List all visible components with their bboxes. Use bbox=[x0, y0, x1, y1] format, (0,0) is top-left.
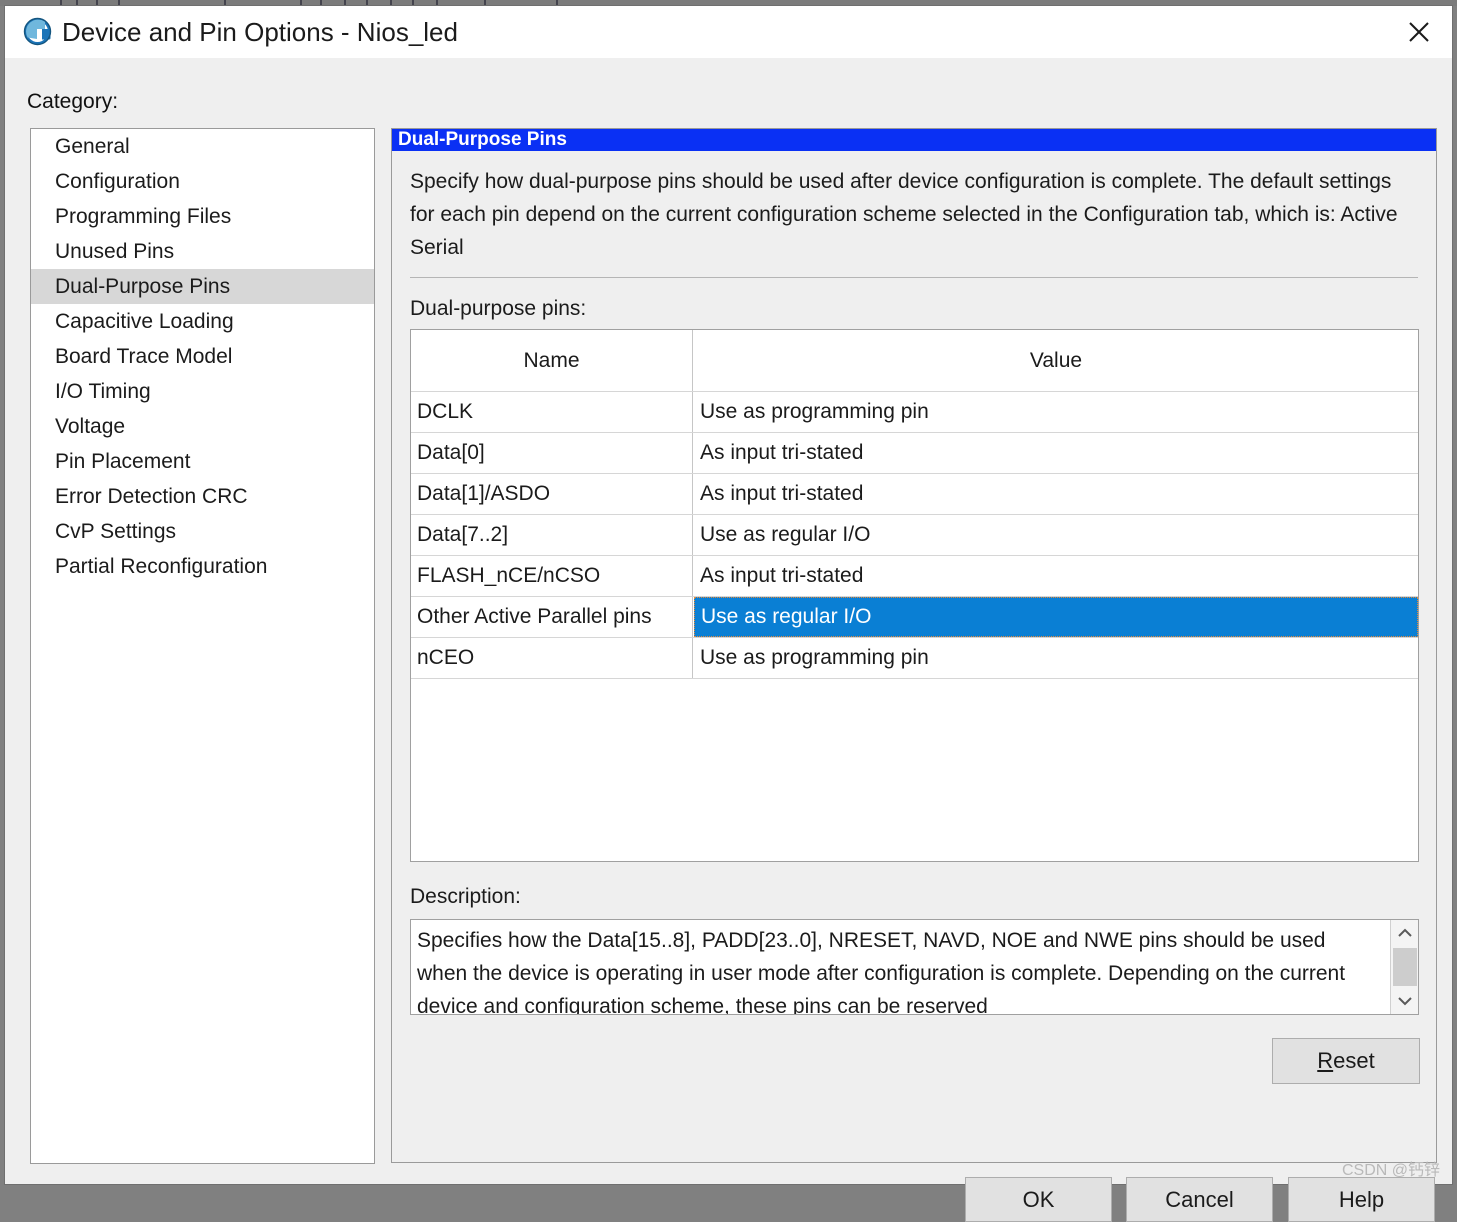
description-scrollbar[interactable] bbox=[1390, 920, 1418, 1014]
pin-name: Data[7..2] bbox=[411, 515, 693, 555]
pin-name: DCLK bbox=[411, 392, 693, 432]
column-header-name: Name bbox=[411, 330, 693, 391]
table-row[interactable]: nCEO Use as programming pin bbox=[411, 637, 1418, 678]
ok-button[interactable]: OK bbox=[965, 1177, 1112, 1222]
watermark: CSDN @钙锌 bbox=[1341, 1162, 1440, 1179]
description-text: Specifies how the Data[15..8], PADD[23..… bbox=[417, 929, 1346, 1015]
help-button[interactable]: Help bbox=[1288, 1177, 1435, 1222]
close-icon[interactable] bbox=[1386, 6, 1452, 58]
category-item-partial-reconfiguration[interactable]: Partial Reconfiguration bbox=[31, 549, 374, 584]
category-item-programming-files[interactable]: Programming Files bbox=[31, 199, 374, 234]
category-item-dual-purpose-pins[interactable]: Dual-Purpose Pins bbox=[31, 269, 374, 304]
category-item-error-detection-crc[interactable]: Error Detection CRC bbox=[31, 479, 374, 514]
pin-name: nCEO bbox=[411, 638, 693, 678]
cancel-button[interactable]: Cancel bbox=[1126, 1177, 1273, 1222]
category-list[interactable]: General Configuration Programming Files … bbox=[30, 128, 375, 1164]
description-label: Description: bbox=[410, 885, 521, 908]
table-row-selected[interactable]: Other Active Parallel pins Use as regula… bbox=[411, 596, 1418, 637]
category-item-capacitive-loading[interactable]: Capacitive Loading bbox=[31, 304, 374, 339]
table-row[interactable]: Data[1]/ASDO As input tri-stated bbox=[411, 473, 1418, 514]
dual-purpose-pins-panel: Dual-Purpose Pins Specify how dual-purpo… bbox=[391, 128, 1437, 1163]
description-box[interactable]: Specifies how the Data[15..8], PADD[23..… bbox=[410, 919, 1419, 1015]
dialog-content: Category: General Configuration Programm… bbox=[5, 58, 1452, 1222]
pin-value[interactable]: As input tri-stated bbox=[694, 556, 1418, 596]
title-bar: Device and Pin Options - Nios_led bbox=[5, 6, 1452, 58]
pin-value[interactable]: Use as regular I/O bbox=[694, 515, 1418, 555]
panel-intro-text: Specify how dual-purpose pins should be … bbox=[410, 170, 1398, 259]
panel-divider bbox=[410, 277, 1418, 278]
column-header-value: Value bbox=[1029, 348, 1083, 372]
reset-button-mnemonic: R bbox=[1317, 1048, 1334, 1073]
table-row[interactable]: FLASH_nCE/nCSO As input tri-stated bbox=[411, 555, 1418, 596]
window-title: Device and Pin Options - Nios_led bbox=[62, 17, 458, 47]
pin-value[interactable]: As input tri-stated bbox=[694, 433, 1418, 473]
pins-table-label: Dual-purpose pins: bbox=[410, 297, 587, 320]
table-row[interactable]: DCLK Use as programming pin bbox=[411, 391, 1418, 432]
table-empty-area bbox=[411, 678, 1418, 839]
pin-name: FLASH_nCE/nCSO bbox=[411, 556, 693, 596]
reset-button[interactable]: Reset bbox=[1272, 1038, 1420, 1084]
category-item-cvp-settings[interactable]: CvP Settings bbox=[31, 514, 374, 549]
pin-value[interactable]: As input tri-stated bbox=[694, 474, 1418, 514]
category-item-voltage[interactable]: Voltage bbox=[31, 409, 374, 444]
panel-header-title: Dual-Purpose Pins bbox=[392, 129, 1436, 151]
category-item-unused-pins[interactable]: Unused Pins bbox=[31, 234, 374, 269]
table-header-row: Name Value bbox=[411, 330, 1418, 391]
category-item-board-trace-model[interactable]: Board Trace Model bbox=[31, 339, 374, 374]
quartus-globe-icon bbox=[23, 17, 55, 47]
table-row[interactable]: Data[7..2] Use as regular I/O bbox=[411, 514, 1418, 555]
chevron-up-icon[interactable] bbox=[1391, 920, 1418, 946]
category-item-io-timing[interactable]: I/O Timing bbox=[31, 374, 374, 409]
pin-name: Other Active Parallel pins bbox=[411, 597, 693, 637]
dual-purpose-pins-table[interactable]: Name Value DCLK Use as programming pin D… bbox=[410, 329, 1419, 862]
pin-name: Data[0] bbox=[411, 433, 693, 473]
category-label: Category: bbox=[27, 90, 119, 113]
reset-button-label: eset bbox=[1333, 1048, 1375, 1073]
scrollbar-thumb[interactable] bbox=[1393, 948, 1417, 986]
category-item-general[interactable]: General bbox=[31, 129, 374, 164]
pin-name: Data[1]/ASDO bbox=[411, 474, 693, 514]
device-and-pin-options-dialog: Device and Pin Options - Nios_led Catego… bbox=[4, 5, 1453, 1222]
pin-value[interactable]: Use as programming pin bbox=[694, 392, 1418, 432]
pin-value-selected[interactable]: Use as regular I/O bbox=[694, 597, 1418, 637]
chevron-down-icon[interactable] bbox=[1391, 988, 1418, 1014]
pin-value[interactable]: Use as programming pin bbox=[694, 638, 1418, 678]
category-item-pin-placement[interactable]: Pin Placement bbox=[31, 444, 374, 479]
table-row[interactable]: Data[0] As input tri-stated bbox=[411, 432, 1418, 473]
category-item-configuration[interactable]: Configuration bbox=[31, 164, 374, 199]
